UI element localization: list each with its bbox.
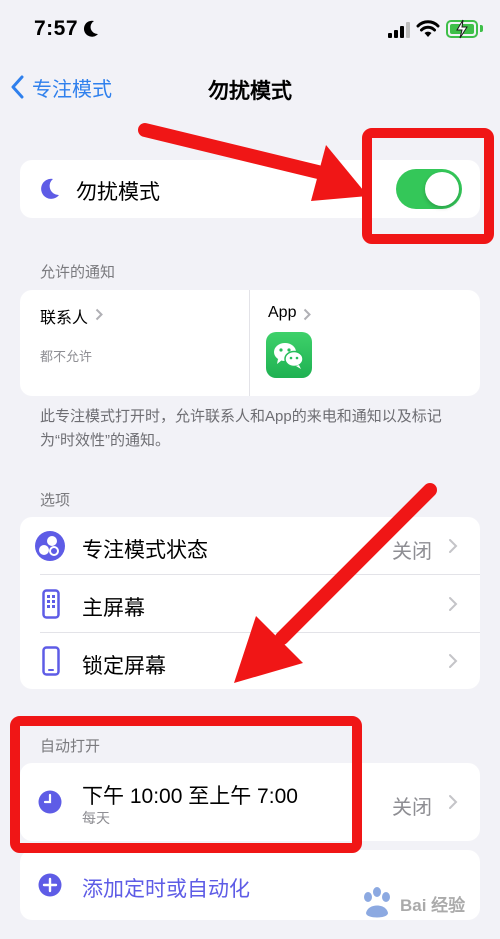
moon-icon (83, 20, 98, 37)
chevron-right-icon (449, 795, 458, 809)
option-value: 关闭 (392, 541, 432, 563)
charging-bolt-icon (456, 19, 468, 39)
schedule-value: 关闭 (392, 797, 432, 819)
allowed-notifications-footnote: 此专注模式打开时，允许联系人和App的来电和通知以及标记为“时效性”的通知。 (40, 408, 442, 449)
option-row-home-screen[interactable]: 主屏幕 (20, 575, 480, 632)
wechat-icon (266, 332, 312, 378)
lock-screen-icon (42, 646, 60, 676)
watermark: Bai 经验 (358, 885, 465, 921)
people-subtitle: 都不允许 (40, 349, 93, 364)
wifi-icon (416, 20, 440, 37)
focus-status-icon (35, 531, 65, 561)
home-screen-icon (42, 589, 60, 619)
options-card: 专注模式状态 关闭 主屏幕 锁定屏幕 (20, 517, 480, 689)
option-label: 主屏幕 (82, 597, 145, 620)
allowed-notifications-header: 允许的通知 (40, 264, 116, 281)
option-label: 锁定屏幕 (82, 655, 166, 678)
chevron-right-icon (449, 654, 458, 668)
status-bar: 7:57 (0, 0, 500, 60)
chevron-right-icon (303, 308, 311, 321)
people-tile[interactable]: 联系人 都不允许 (20, 290, 249, 396)
signal-icon (388, 22, 410, 38)
battery-cap (480, 25, 483, 32)
option-row-lock-screen[interactable]: 锁定屏幕 (20, 633, 480, 689)
annotation-box-toggle (362, 128, 494, 244)
status-time: 7:57 (34, 17, 79, 40)
add-automation-label: 添加定时或自动化 (82, 878, 250, 901)
watermark-text: Bai 经验 (400, 895, 466, 915)
chevron-right-icon (449, 597, 458, 611)
option-label: 专注模式状态 (82, 539, 208, 562)
chevron-right-icon (95, 308, 103, 321)
allowed-notifications-card: 联系人 都不允许 App (20, 290, 480, 396)
annotation-box-schedule (10, 716, 362, 853)
options-header: 选项 (40, 492, 71, 509)
moon-icon (41, 178, 59, 199)
apps-label: App (268, 304, 297, 321)
paw-icon (364, 887, 390, 918)
chevron-right-icon (449, 539, 458, 553)
page-title: 勿扰模式 (208, 80, 292, 103)
people-label: 联系人 (40, 310, 89, 327)
plus-circle-icon (38, 873, 62, 897)
focus-toggle-label: 勿扰模式 (76, 181, 160, 204)
option-row-focus-status[interactable]: 专注模式状态 关闭 (20, 517, 480, 574)
